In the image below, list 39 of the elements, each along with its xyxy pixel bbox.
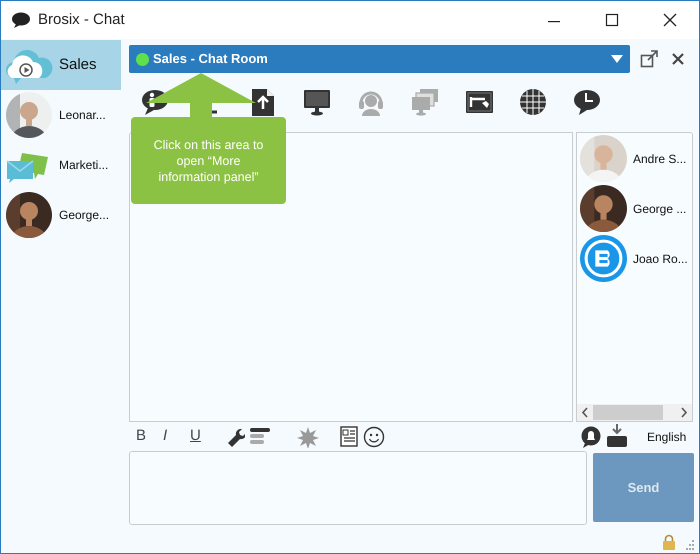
- member-name[interactable]: George ...: [633, 200, 686, 218]
- sidebar-item[interactable]: Sales: [1, 40, 121, 90]
- logo-icon: [580, 235, 627, 282]
- contact-card-icon[interactable]: [339, 426, 359, 448]
- member-name[interactable]: Andre S...: [633, 150, 686, 168]
- italic-button[interactable]: I: [163, 425, 190, 448]
- contact-name: Leonar...: [59, 107, 106, 124]
- monitor-icon[interactable]: [303, 88, 332, 117]
- message-input[interactable]: [129, 451, 587, 525]
- resize-grip-icon[interactable]: [684, 540, 694, 550]
- info-tooltip: Click on this area to open “More information panel”: [131, 117, 286, 204]
- bold-button[interactable]: B: [136, 425, 163, 448]
- smiley-icon[interactable]: [363, 426, 385, 448]
- scrollbar[interactable]: [577, 404, 692, 421]
- sidebar-item[interactable]: George...: [1, 190, 121, 240]
- dropdown-arrow-icon[interactable]: [611, 55, 623, 63]
- contact-name: Marketi...: [59, 157, 108, 174]
- window-title: Brosix - Chat: [38, 10, 125, 30]
- download-tray-icon[interactable]: [606, 424, 628, 450]
- globe-icon[interactable]: [519, 88, 548, 117]
- clock-bubble-icon[interactable]: [573, 88, 602, 117]
- lock-icon: [662, 534, 676, 550]
- maximize-icon[interactable]: [604, 12, 620, 28]
- contact-name: Sales: [59, 54, 97, 75]
- sidebar-item[interactable]: Marketi...: [1, 140, 121, 190]
- chat-bubble-icon: [11, 11, 31, 29]
- notification-bell-icon[interactable]: [580, 426, 602, 448]
- chat-room-title: Sales - Chat Room: [153, 50, 268, 68]
- underline-button[interactable]: U: [190, 425, 217, 448]
- popout-icon[interactable]: [640, 50, 658, 68]
- close-icon[interactable]: [662, 12, 678, 28]
- burst-icon[interactable]: [297, 426, 319, 448]
- scroll-thumb[interactable]: [593, 405, 663, 420]
- contact-name: George...: [59, 207, 110, 224]
- member-name[interactable]: Joao Ro...: [633, 250, 688, 268]
- language-selector[interactable]: English: [647, 428, 694, 446]
- close-icon[interactable]: [671, 52, 685, 66]
- chat-room-header[interactable]: Sales - Chat Room: [129, 45, 630, 73]
- sidebar-item[interactable]: Leonar...: [1, 90, 121, 140]
